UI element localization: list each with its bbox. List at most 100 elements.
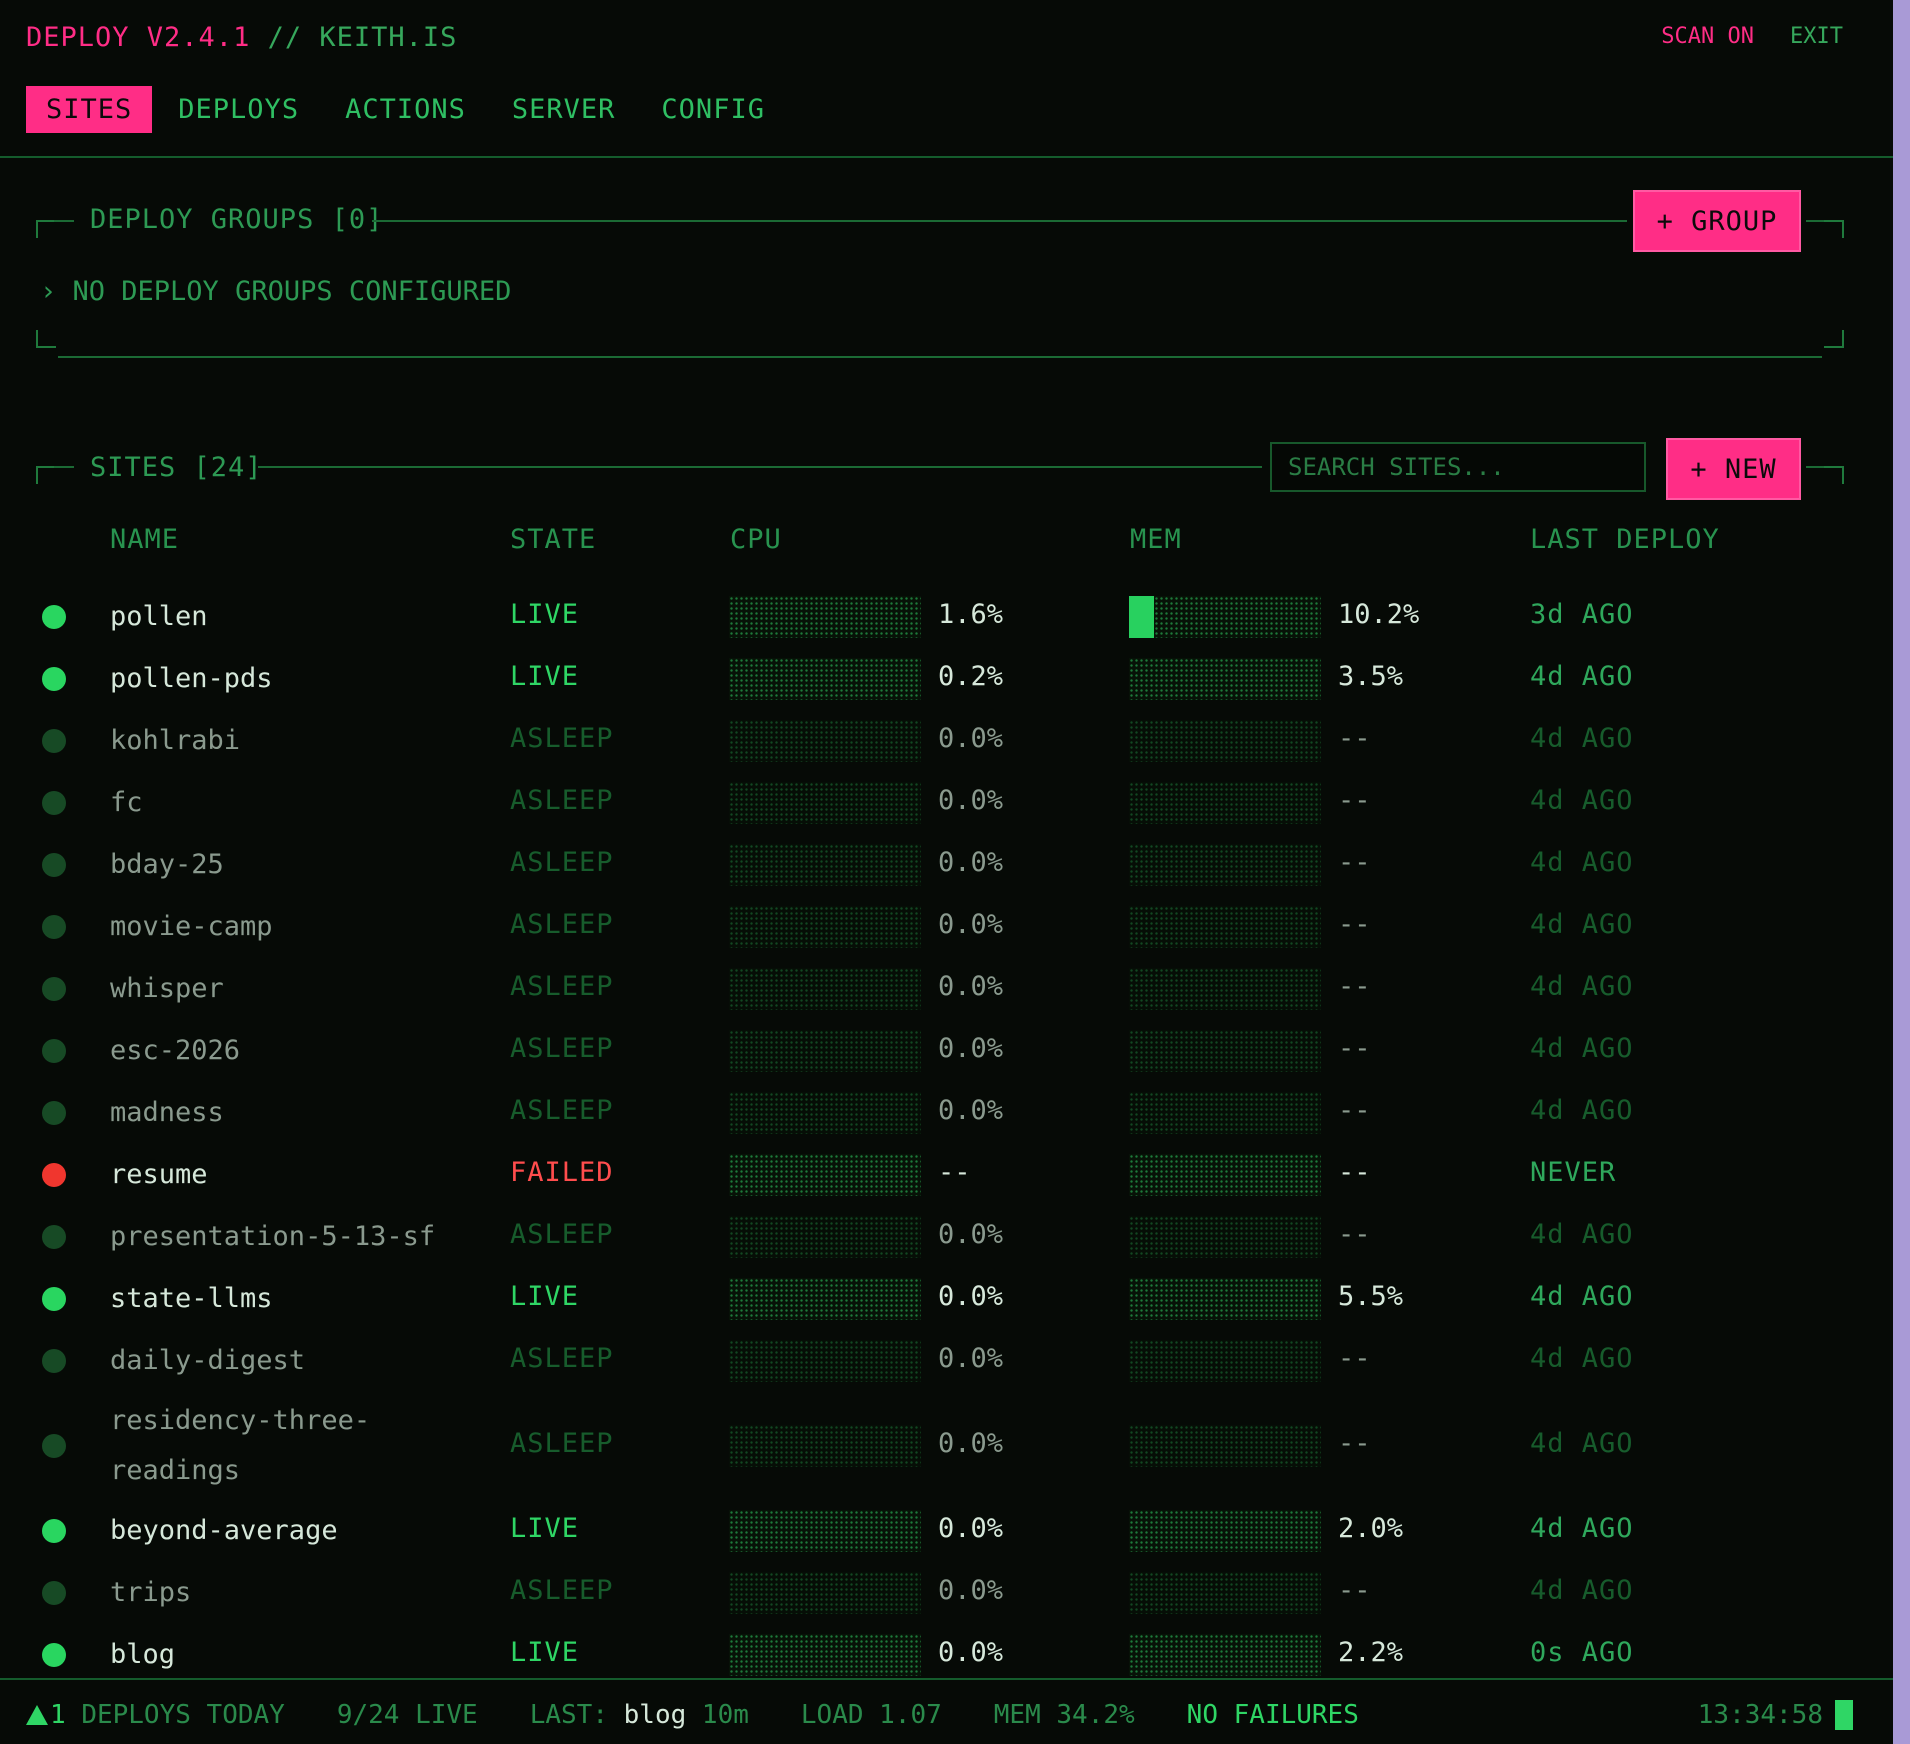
table-row[interactable]: trips ASLEEP 0.0% -- 4d AGO bbox=[0, 1562, 1893, 1624]
cpu-value: 0.0% bbox=[938, 1575, 1004, 1606]
site-name[interactable]: trips bbox=[110, 1568, 191, 1618]
mem-bar bbox=[1129, 782, 1321, 824]
cpu-value: 1.6% bbox=[938, 599, 1004, 630]
status-dot-icon bbox=[42, 667, 66, 691]
state-badge: LIVE bbox=[510, 599, 580, 630]
last-site: blog bbox=[623, 1700, 687, 1730]
tab-actions[interactable]: ACTIONS bbox=[345, 86, 486, 133]
state-badge: ASLEEP bbox=[510, 723, 614, 754]
clock: 13:34:58 bbox=[1698, 1700, 1853, 1730]
cpu-value: 0.0% bbox=[938, 847, 1004, 878]
mem-value: -- bbox=[1338, 1219, 1371, 1250]
site-name[interactable]: madness bbox=[110, 1088, 224, 1138]
cpu-value: 0.0% bbox=[938, 1428, 1004, 1459]
table-row[interactable]: beyond-average LIVE 0.0% 2.0% 4d AGO bbox=[0, 1500, 1893, 1562]
table-row[interactable]: pollen-pds LIVE 0.2% 3.5% 4d AGO bbox=[0, 648, 1893, 710]
app-title: DEPLOY V2.4.1 // KEITH.IS bbox=[26, 22, 457, 53]
state-badge: ASLEEP bbox=[510, 1343, 614, 1374]
clock-time: 13:34:58 bbox=[1697, 1700, 1823, 1730]
mem-value: 2.0% bbox=[1338, 1513, 1404, 1544]
panel-corner bbox=[36, 220, 56, 238]
table-row[interactable]: pollen LIVE 1.6% 10.2% 3d AGO bbox=[0, 586, 1893, 648]
site-name[interactable]: daily-digest bbox=[110, 1336, 305, 1386]
state-badge: LIVE bbox=[510, 1281, 580, 1312]
cpu-value: 0.0% bbox=[938, 723, 1004, 754]
site-name[interactable]: bday-25 bbox=[110, 840, 224, 890]
groups-empty-message: › NO DEPLOY GROUPS CONFIGURED bbox=[40, 276, 512, 307]
scan-toggle[interactable]: SCAN ON bbox=[1661, 24, 1754, 49]
last-deploy: 4d AGO bbox=[1530, 1095, 1634, 1126]
site-name[interactable]: fc bbox=[110, 778, 143, 828]
column-header-last-deploy[interactable]: LAST DEPLOY bbox=[1530, 524, 1720, 555]
site-name[interactable]: residency-three-readings bbox=[110, 1396, 370, 1496]
table-row[interactable]: presentation-5-13-sf ASLEEP 0.0% -- 4d AGO bbox=[0, 1206, 1893, 1268]
status-dot-icon bbox=[42, 729, 66, 753]
table-row[interactable]: esc-2026 ASLEEP 0.0% -- 4d AGO bbox=[0, 1020, 1893, 1082]
load-stat: LOAD 1.07 bbox=[800, 1700, 942, 1730]
new-site-button[interactable]: + NEW bbox=[1666, 438, 1801, 500]
cpu-bar bbox=[729, 1278, 921, 1320]
status-dot-icon bbox=[42, 1581, 66, 1605]
column-header-cpu[interactable]: CPU bbox=[730, 524, 782, 555]
site-name[interactable]: resume bbox=[110, 1150, 208, 1200]
panel-corner bbox=[1824, 330, 1844, 348]
add-group-button[interactable]: + GROUP bbox=[1633, 190, 1801, 252]
panel-border bbox=[58, 356, 1822, 358]
table-row[interactable]: madness ASLEEP 0.0% -- 4d AGO bbox=[0, 1082, 1893, 1144]
live-count: 9/24 LIVE bbox=[336, 1700, 478, 1730]
cpu-bar bbox=[729, 658, 921, 700]
site-name[interactable]: presentation-5-13-sf bbox=[110, 1212, 435, 1262]
site-name[interactable]: pollen-pds bbox=[110, 654, 273, 704]
exit-button[interactable]: EXIT bbox=[1790, 24, 1843, 49]
status-dot-icon bbox=[42, 1039, 66, 1063]
column-header-name[interactable]: NAME bbox=[110, 524, 179, 555]
table-row[interactable]: daily-digest ASLEEP 0.0% -- 4d AGO bbox=[0, 1330, 1893, 1392]
site-name[interactable]: state-llms bbox=[110, 1274, 273, 1324]
mem-bar bbox=[1129, 844, 1321, 886]
status-dot-icon bbox=[42, 605, 66, 629]
table-row[interactable]: blog LIVE 0.0% 2.2% 0s AGO bbox=[0, 1624, 1893, 1686]
state-badge: LIVE bbox=[510, 1513, 580, 1544]
tab-deploys[interactable]: DEPLOYS bbox=[178, 86, 319, 133]
table-row[interactable]: residency-three-readings ASLEEP 0.0% -- 4d A… bbox=[0, 1392, 1893, 1500]
mem-bar bbox=[1129, 1510, 1321, 1552]
site-name[interactable]: whisper bbox=[110, 964, 224, 1014]
table-row[interactable]: state-llms LIVE 0.0% 5.5% 4d AGO bbox=[0, 1268, 1893, 1330]
site-name[interactable]: blog bbox=[110, 1630, 175, 1680]
cpu-value: 0.0% bbox=[938, 1637, 1004, 1668]
panel-border bbox=[54, 220, 74, 222]
state-badge: ASLEEP bbox=[510, 971, 614, 1002]
deploys-label: DEPLOYS TODAY bbox=[81, 1700, 285, 1730]
column-header-mem[interactable]: MEM bbox=[1130, 524, 1182, 555]
groups-title: DEPLOY GROUPS [0] bbox=[90, 204, 384, 235]
table-row[interactable]: fc ASLEEP 0.0% -- 4d AGO bbox=[0, 772, 1893, 834]
site-name[interactable]: beyond-average bbox=[110, 1506, 338, 1556]
table-row[interactable]: resume FAILED -- -- NEVER bbox=[0, 1144, 1893, 1206]
panel-corner bbox=[1824, 220, 1844, 238]
last-deploy: 4d AGO bbox=[1530, 1033, 1634, 1064]
site-name[interactable]: kohlrabi bbox=[110, 716, 240, 766]
last-deploy: 4d AGO bbox=[1530, 1219, 1634, 1250]
last-deploy: 3d AGO bbox=[1530, 599, 1634, 630]
tab-config[interactable]: CONFIG bbox=[661, 86, 785, 133]
table-row[interactable]: whisper ASLEEP 0.0% -- 4d AGO bbox=[0, 958, 1893, 1020]
column-header-state[interactable]: STATE bbox=[510, 524, 596, 555]
mem-bar bbox=[1129, 658, 1321, 700]
cpu-value: 0.2% bbox=[938, 661, 1004, 692]
status-dot-icon bbox=[42, 853, 66, 877]
site-name[interactable]: esc-2026 bbox=[110, 1026, 240, 1076]
table-row[interactable]: bday-25 ASLEEP 0.0% -- 4d AGO bbox=[0, 834, 1893, 896]
tab-server[interactable]: SERVER bbox=[512, 86, 636, 133]
tab-sites[interactable]: SITES bbox=[26, 85, 153, 133]
mem-value: -- bbox=[1338, 1033, 1371, 1064]
table-row[interactable]: kohlrabi ASLEEP 0.0% -- 4d AGO bbox=[0, 710, 1893, 772]
site-name[interactable]: movie-camp bbox=[110, 902, 273, 952]
table-row[interactable]: movie-camp ASLEEP 0.0% -- 4d AGO bbox=[0, 896, 1893, 958]
cpu-value: 0.0% bbox=[938, 971, 1004, 1002]
status-dot-icon bbox=[42, 791, 66, 815]
mem-bar bbox=[1129, 720, 1321, 762]
site-name[interactable]: pollen bbox=[110, 592, 208, 642]
state-badge: FAILED bbox=[510, 1157, 614, 1188]
search-input[interactable] bbox=[1270, 442, 1646, 492]
cpu-value: 0.0% bbox=[938, 909, 1004, 940]
